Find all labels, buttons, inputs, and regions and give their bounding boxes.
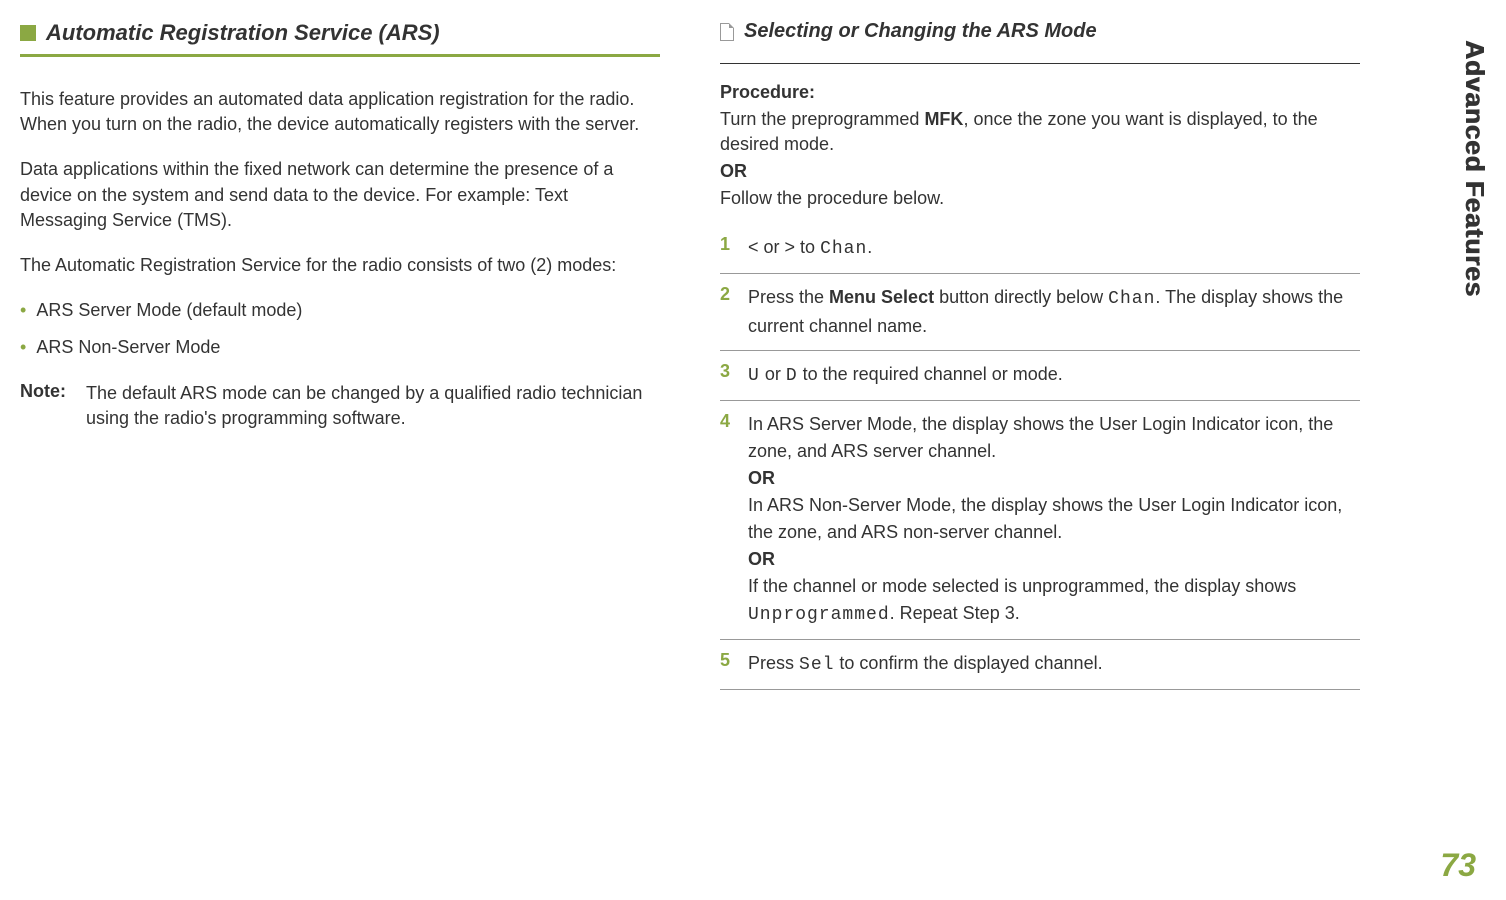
text: . Repeat Step 3. — [890, 603, 1020, 623]
step-item: 1 < or > to Chan. — [720, 224, 1360, 274]
bullet-text: ARS Server Mode (default mode) — [36, 298, 302, 323]
paragraph: The Automatic Registration Service for t… — [20, 253, 660, 278]
or-label: OR — [748, 465, 1360, 492]
step-number: 1 — [720, 234, 748, 263]
subsection-title: Selecting or Changing the ARS Mode — [744, 20, 1097, 43]
or-label: OR — [748, 546, 1360, 573]
or-label: OR — [720, 161, 1360, 182]
chan-label: Chan — [1108, 289, 1155, 309]
list-item: • ARS Server Mode (default mode) — [20, 298, 660, 323]
left-arrow-icon: < — [748, 237, 764, 257]
page-number: 73 — [1440, 847, 1476, 884]
bullet-icon: • — [20, 335, 26, 360]
text: to — [800, 237, 820, 257]
menu-select-label: Menu Select — [829, 287, 934, 307]
step-item: 5 Press Sel to confirm the displayed cha… — [720, 640, 1360, 690]
step-body: < or > to Chan. — [748, 234, 872, 263]
step-body: U or D to the required channel or mode. — [748, 361, 1063, 390]
procedure-text: Turn the preprogrammed MFK, once the zon… — [720, 107, 1360, 157]
procedure-label: Procedure: — [720, 82, 1360, 103]
step-number: 2 — [720, 284, 748, 340]
step-body: Press the Menu Select button directly be… — [748, 284, 1360, 340]
left-column: Automatic Registration Service (ARS) Thi… — [20, 20, 660, 690]
section-header: Automatic Registration Service (ARS) — [20, 20, 660, 46]
step-number: 4 — [720, 411, 748, 629]
side-title: Advanced Features — [1459, 40, 1490, 297]
text: Press the — [748, 287, 829, 307]
step-item: 3 U or D to the required channel or mode… — [720, 351, 1360, 401]
note-text: The default ARS mode can be changed by a… — [86, 381, 660, 431]
note-block: Note: The default ARS mode can be change… — [20, 381, 660, 431]
right-arrow-icon: > — [780, 237, 801, 257]
procedure-text: Follow the procedure below. — [720, 186, 1360, 211]
document-icon — [720, 23, 734, 41]
list-item: • ARS Non-Server Mode — [20, 335, 660, 360]
subsection-header: Selecting or Changing the ARS Mode — [720, 20, 1360, 43]
mfk-label: MFK — [924, 109, 963, 129]
subsection-underline — [720, 63, 1360, 64]
step-body: Press Sel to confirm the displayed chann… — [748, 650, 1103, 679]
text: button directly below — [934, 287, 1108, 307]
note-label: Note: — [20, 381, 66, 431]
bullet-icon: • — [20, 298, 26, 323]
sel-label: Sel — [799, 655, 834, 675]
text: Press — [748, 653, 799, 673]
step-number: 3 — [720, 361, 748, 390]
section-title: Automatic Registration Service (ARS) — [46, 20, 440, 46]
step-list: 1 < or > to Chan. 2 Press the Menu Selec… — [720, 224, 1360, 690]
step-body: In ARS Server Mode, the display shows th… — [748, 411, 1360, 629]
step-number: 5 — [720, 650, 748, 679]
down-key-icon: D — [786, 366, 798, 386]
unprogrammed-label: Unprogrammed — [748, 605, 890, 625]
section-underline — [20, 54, 660, 57]
up-key-icon: U — [748, 366, 760, 386]
text: If the channel or mode selected is unpro… — [748, 573, 1360, 629]
text: In ARS Non-Server Mode, the display show… — [748, 492, 1360, 546]
text: or — [760, 364, 786, 384]
right-column: Selecting or Changing the ARS Mode Proce… — [720, 20, 1360, 690]
text: or — [764, 237, 780, 257]
text: to confirm the displayed channel. — [834, 653, 1102, 673]
step-item: 2 Press the Menu Select button directly … — [720, 274, 1360, 351]
text: If the channel or mode selected is unpro… — [748, 576, 1296, 596]
text: . — [867, 237, 872, 257]
step-item: 4 In ARS Server Mode, the display shows … — [720, 401, 1360, 640]
text: Turn the preprogrammed — [720, 109, 924, 129]
paragraph: Data applications within the fixed netwo… — [20, 157, 660, 233]
text: to the required channel or mode. — [798, 364, 1063, 384]
paragraph: This feature provides an automated data … — [20, 87, 660, 137]
bullet-list: • ARS Server Mode (default mode) • ARS N… — [20, 298, 660, 360]
bullet-text: ARS Non-Server Mode — [36, 335, 220, 360]
text: In ARS Server Mode, the display shows th… — [748, 411, 1360, 465]
section-marker-icon — [20, 25, 36, 41]
chan-label: Chan — [820, 239, 867, 259]
